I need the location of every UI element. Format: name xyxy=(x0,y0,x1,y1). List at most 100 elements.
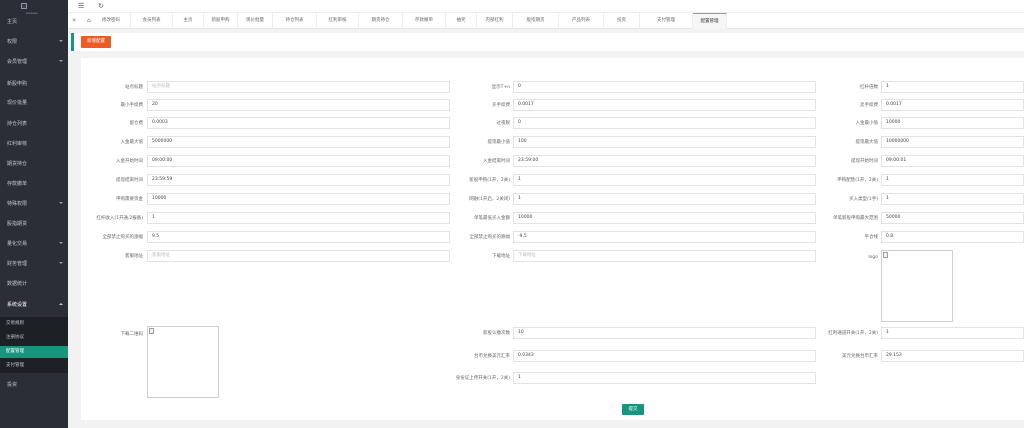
tab-item[interactable]: 内部红利 xyxy=(477,13,513,29)
sidebar-item-index-futures[interactable]: 股指期货 xyxy=(0,214,68,234)
field-input[interactable]: 50000 xyxy=(881,212,1024,224)
field-input[interactable]: 1 xyxy=(513,174,816,186)
tab-item[interactable]: 持仓列表 xyxy=(273,13,317,29)
field-label: 提现最大值 xyxy=(855,139,879,145)
refresh-icon[interactable]: ↻ xyxy=(98,2,104,11)
field-input[interactable]: 0.0017 xyxy=(881,99,1024,111)
sidebar-item-ipo[interactable]: 新股申购 xyxy=(0,74,68,94)
field-input[interactable]: 10000000 xyxy=(881,136,1024,148)
field-input[interactable]: 0.8 xyxy=(881,231,1024,243)
field-input[interactable]: 0.0343 xyxy=(513,350,816,362)
sidebar-item-permissions[interactable]: 权限 xyxy=(0,32,68,52)
field-input[interactable]: 1 xyxy=(881,174,1024,186)
sidebar-subitem-trade-rules[interactable]: 交易规则 xyxy=(0,318,68,330)
field-input[interactable]: 10000 xyxy=(513,212,816,224)
sidebar-item-label: 量化交易 xyxy=(7,241,28,247)
field-input[interactable]: 10 xyxy=(513,327,816,339)
sidebar-item-label: 系统设置 xyxy=(7,302,28,308)
sidebar-subitem-payment[interactable]: 支付管理 xyxy=(0,360,68,372)
field-input[interactable]: -9.5 xyxy=(513,231,816,243)
sidebar-item-members[interactable]: 会员管理 xyxy=(0,52,68,72)
field-label: 单笔新股申购最大范围 xyxy=(833,215,878,221)
add-config-button[interactable]: 新增配置 xyxy=(81,36,111,48)
broken-image-icon xyxy=(883,252,888,258)
field-input[interactable]: 客服地址 xyxy=(147,250,450,262)
tab-item[interactable]: 主页 xyxy=(173,13,204,29)
field-input[interactable]: 0.0017 xyxy=(513,99,816,111)
sidebar-item-futures-positions[interactable]: 期货持仓 xyxy=(0,154,68,174)
field-input[interactable]: 1 xyxy=(513,193,816,205)
submit-button[interactable]: 提交 xyxy=(622,404,644,415)
field-label: 客服地址 xyxy=(125,253,143,259)
field-label: 留仓费 xyxy=(129,120,144,126)
field-input[interactable]: 100 xyxy=(513,136,816,148)
sidebar-item-batch[interactable]: 现价批量 xyxy=(0,93,68,113)
sidebar-item-stats[interactable]: 数据统计 xyxy=(0,274,68,294)
sidebar-item-label: 期货持仓 xyxy=(7,161,28,167)
tab-item[interactable]: 存款撤单 xyxy=(403,13,446,29)
sidebar-item-home[interactable]: 主页 xyxy=(0,12,68,32)
sidebar-subitem-register-agreement[interactable]: 注册协议 xyxy=(0,332,68,344)
tab-item[interactable]: 股指期货 xyxy=(513,13,559,29)
sidebar-item-settings[interactable]: 系统设置 xyxy=(0,295,68,315)
field-label: 全部禁止购买的涨幅 xyxy=(102,234,144,240)
field-input[interactable]: 9.5 xyxy=(147,231,450,243)
home-icon[interactable]: ⌂ xyxy=(87,16,91,25)
sidebar-subitem-config[interactable]: 配置管理 xyxy=(0,346,68,358)
sidebar-item-label: 新股申购 xyxy=(7,81,28,87)
sidebar-item-quant[interactable]: 量化交易 xyxy=(0,234,68,254)
tab-item[interactable]: 现价批量 xyxy=(238,13,273,29)
field-input[interactable]: 1 xyxy=(147,212,450,224)
logo-image xyxy=(21,3,27,9)
tab-item[interactable]: 配置管理 xyxy=(693,13,727,29)
field-input[interactable]: 29.153 xyxy=(881,350,1024,362)
menu-icon[interactable]: ☰ xyxy=(78,2,84,11)
logo-upload[interactable] xyxy=(881,250,953,322)
tab-item[interactable]: 投资 xyxy=(604,13,640,29)
field-label: 提现开始时间 xyxy=(851,158,878,164)
field-input[interactable]: 站点标题 xyxy=(147,81,450,93)
qr-code-upload[interactable] xyxy=(147,326,219,398)
field-input[interactable]: 1 xyxy=(513,372,816,384)
field-input[interactable]: 下载地址 xyxy=(513,250,816,262)
tab-item[interactable]: 红利审核 xyxy=(317,13,359,29)
tab-bar: « ⌂ 修改密码 会员列表 主页 新股申购 现价批量 持仓列表 红利审核 期货持仓 存款撤单 抽奖… xyxy=(68,13,1024,29)
field-input[interactable]: 09:00:01 xyxy=(881,155,1024,167)
field-label: 显示T+n xyxy=(491,84,510,90)
sidebar-item-label: 主页 xyxy=(7,19,18,25)
chevron-down-icon xyxy=(59,40,63,42)
tab-item[interactable]: 期货持仓 xyxy=(359,13,403,29)
field-input[interactable]: 0.0003 xyxy=(147,117,450,129)
field-label: 全部禁止购买的跌幅 xyxy=(469,234,511,240)
tab-item[interactable]: 新股申购 xyxy=(204,13,238,29)
field-input[interactable]: 09:00:00 xyxy=(147,155,450,167)
field-input[interactable]: 0 xyxy=(513,117,816,129)
field-input[interactable]: 23:59:59 xyxy=(147,174,450,186)
field-input[interactable]: 23:59:00 xyxy=(513,155,816,167)
sidebar-item-dividend-review[interactable]: 红利审核 xyxy=(0,134,68,154)
chevron-down-icon xyxy=(59,202,63,204)
sidebar-item-deposit-cancel[interactable]: 存款撤单 xyxy=(0,174,68,194)
field-input[interactable]: 10000 xyxy=(881,117,1024,129)
tab-item[interactable]: 修改密码 xyxy=(92,13,131,29)
sidebar-item-finance[interactable]: 财务管理 xyxy=(0,254,68,274)
sidebar-item-special[interactable]: 特殊权限 xyxy=(0,194,68,214)
scroll-left-icon[interactable]: « xyxy=(72,16,76,25)
sidebar-item-invest[interactable]: 投资 xyxy=(0,375,68,395)
field-input[interactable]: 20 xyxy=(147,99,450,111)
top-bar: ☰ ↻ xyxy=(68,0,1024,13)
field-input[interactable]: 5000000 xyxy=(147,136,450,148)
field-label: 红杆收入(1开通,2报备) xyxy=(96,215,143,221)
sidebar-item-positions[interactable]: 持仓列表 xyxy=(0,114,68,134)
tab-item[interactable]: 抽奖 xyxy=(446,13,477,29)
tab-item[interactable]: 支付管理 xyxy=(640,13,693,29)
field-input[interactable]: 1 xyxy=(881,193,1024,205)
field-input[interactable]: 1 xyxy=(881,81,1024,93)
sidebar-item-label: 存款撤单 xyxy=(7,181,28,187)
tab-item[interactable]: 会员列表 xyxy=(131,13,173,29)
field-input[interactable]: 0 xyxy=(513,81,816,93)
tab-item[interactable]: 产品列表 xyxy=(559,13,604,29)
field-input[interactable]: 10000 xyxy=(147,193,450,205)
field-input[interactable]: 1 xyxy=(881,327,1024,339)
field-label: 平仓线 xyxy=(864,234,879,240)
